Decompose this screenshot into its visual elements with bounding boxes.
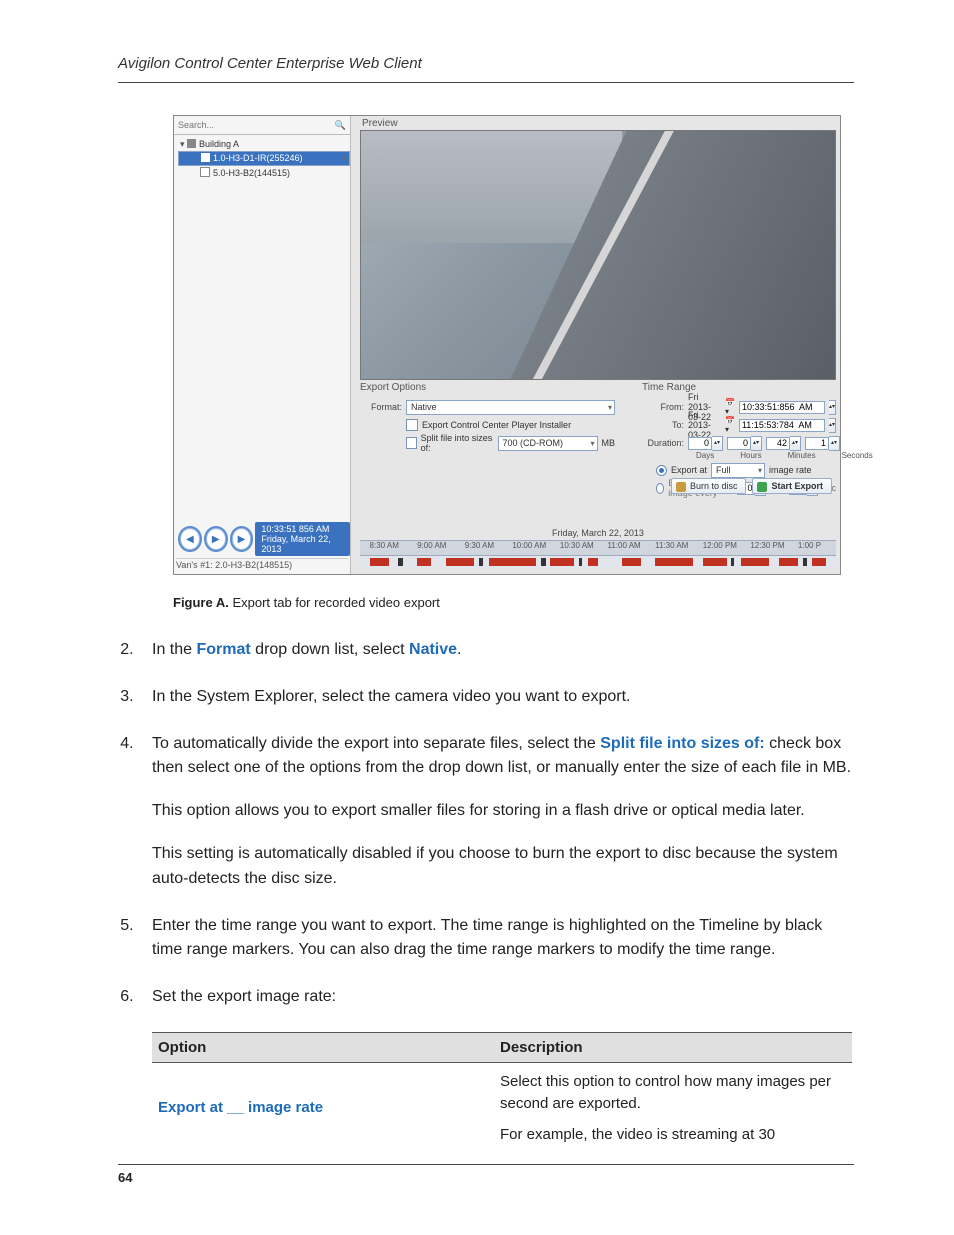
timeline-ruler[interactable]: 8:30 AM 9:00 AM 9:30 AM 10:00 AM 10:30 A… — [360, 540, 836, 556]
spinner-control[interactable]: ▴▾ — [790, 436, 801, 451]
playhead-time: 10:33:51 856 AM Friday, March 22, 2013 — [255, 522, 350, 556]
table-cell-description: Select this option to control how many i… — [494, 1062, 852, 1154]
figure-caption: Figure A. Export tab for recorded video … — [173, 595, 854, 610]
spinner-control[interactable]: ▴▾ — [712, 436, 723, 451]
unit-days: Days — [696, 451, 714, 460]
term-native: Native — [409, 641, 457, 658]
timeline-tick: 9:00 AM — [417, 541, 446, 550]
to-time-input[interactable] — [739, 419, 825, 432]
table-header-option: Option — [152, 1032, 494, 1062]
checkbox-icon — [200, 167, 210, 177]
spinner-control[interactable]: ▴▾ — [829, 418, 836, 433]
timeline-tick: 10:30 AM — [560, 541, 594, 550]
step-3: In the System Explorer, select the camer… — [138, 685, 854, 710]
timeline-tick: 8:30 AM — [370, 541, 399, 550]
system-explorer-panel: 🔍 ▾ Building A 1.0-H3-D1-IR(255246) 5.0-… — [174, 116, 351, 574]
preview-label: Preview — [362, 118, 398, 129]
unit-hours: Hours — [740, 451, 761, 460]
video-preview — [360, 130, 836, 380]
spinner-control[interactable]: ▴▾ — [751, 436, 762, 451]
rate-label-b: image rate — [769, 465, 812, 475]
calendar-icon[interactable]: 📅▾ — [725, 398, 735, 416]
timeline-data-track[interactable] — [360, 556, 836, 568]
hours-input[interactable] — [727, 437, 751, 450]
timeline-tick: 12:00 PM — [703, 541, 737, 550]
figure-screenshot: 🔍 ▾ Building A 1.0-H3-D1-IR(255246) 5.0-… — [173, 115, 841, 575]
unit-seconds: Seconds — [842, 451, 873, 460]
spinner-control[interactable]: ▴▾ — [829, 436, 840, 451]
split-size-select[interactable]: 700 (CD-ROM) — [498, 436, 598, 451]
from-time-input[interactable] — [739, 401, 825, 414]
export-one-radio[interactable] — [656, 483, 664, 494]
export-options-title: Export Options — [360, 382, 615, 393]
step-5: Enter the time range you want to export.… — [138, 914, 854, 964]
camera-footer-label: Van's #1: 2.0-H3-B2(148515) — [176, 558, 348, 570]
timeline-date: Friday, March 22, 2013 — [360, 528, 836, 540]
format-label: Format: — [360, 402, 402, 412]
term-format: Format — [196, 641, 250, 658]
rate-label-a: Export at — [671, 465, 707, 475]
tree-camera-2[interactable]: 5.0-H3-B2(144515) — [178, 166, 350, 180]
minutes-input[interactable] — [766, 437, 790, 450]
burn-to-disc-button[interactable]: Burn to disc — [671, 478, 747, 494]
image-rate-table: Option Description Export at __ image ra… — [152, 1032, 852, 1155]
format-select[interactable]: Native — [406, 400, 615, 415]
tree-camera-1[interactable]: 1.0-H3-D1-IR(255246) — [178, 151, 350, 166]
page-number: 64 — [118, 1170, 132, 1185]
step-2: In the Format drop down list, select Nat… — [138, 638, 854, 663]
checkbox-icon — [201, 153, 210, 162]
running-header: Avigilon Control Center Enterprise Web C… — [118, 55, 854, 78]
site-icon — [187, 139, 196, 148]
play-fwd-button[interactable]: ▶ — [230, 526, 254, 552]
timeline-tick: 1:00 P — [798, 541, 821, 550]
timeline-tick: 11:30 AM — [655, 541, 688, 550]
step-4: To automatically divide the export into … — [138, 732, 854, 892]
search-icon[interactable]: 🔍 — [331, 120, 350, 131]
start-export-button[interactable]: Start Export — [752, 478, 832, 494]
step-6: Set the export image rate: — [138, 985, 854, 1010]
table-cell-option: Export at __ image rate — [152, 1062, 494, 1154]
timeline-tick: 11:00 AM — [608, 541, 641, 550]
split-unit: MB — [602, 438, 616, 448]
header-rule — [118, 82, 854, 83]
player-checkbox[interactable] — [406, 419, 418, 431]
split-label: Split file into sizes of: — [421, 433, 494, 453]
tree-site[interactable]: ▾ Building A — [178, 137, 350, 151]
timeline-tick: 12:30 PM — [750, 541, 784, 550]
split-checkbox[interactable] — [406, 437, 417, 449]
days-input[interactable] — [688, 437, 712, 450]
term-split: Split file into sizes of: — [600, 735, 764, 752]
export-rate-radio[interactable] — [656, 465, 667, 476]
spinner-control[interactable]: ▴▾ — [829, 400, 836, 415]
table-header-description: Description — [494, 1032, 852, 1062]
timeline-tick: 10:00 AM — [512, 541, 546, 550]
rate-select[interactable]: Full — [711, 463, 765, 478]
search-input[interactable] — [174, 120, 331, 130]
calendar-icon[interactable]: 📅▾ — [725, 416, 735, 434]
unit-minutes: Minutes — [788, 451, 816, 460]
page-footer: 64 — [118, 1164, 854, 1187]
timeline-tick: 9:30 AM — [465, 541, 494, 550]
camera-tree: ▾ Building A 1.0-H3-D1-IR(255246) 5.0-H3… — [174, 135, 350, 180]
from-label: From: — [642, 402, 684, 412]
duration-label: Duration: — [642, 438, 684, 448]
play-back-button[interactable]: ◀ — [178, 526, 202, 552]
play-button[interactable]: ▶ — [204, 526, 228, 552]
time-range-title: Time Range — [642, 382, 836, 393]
player-label: Export Control Center Player Installer — [422, 420, 571, 430]
seconds-input[interactable] — [805, 437, 829, 450]
to-label: To: — [642, 420, 684, 430]
